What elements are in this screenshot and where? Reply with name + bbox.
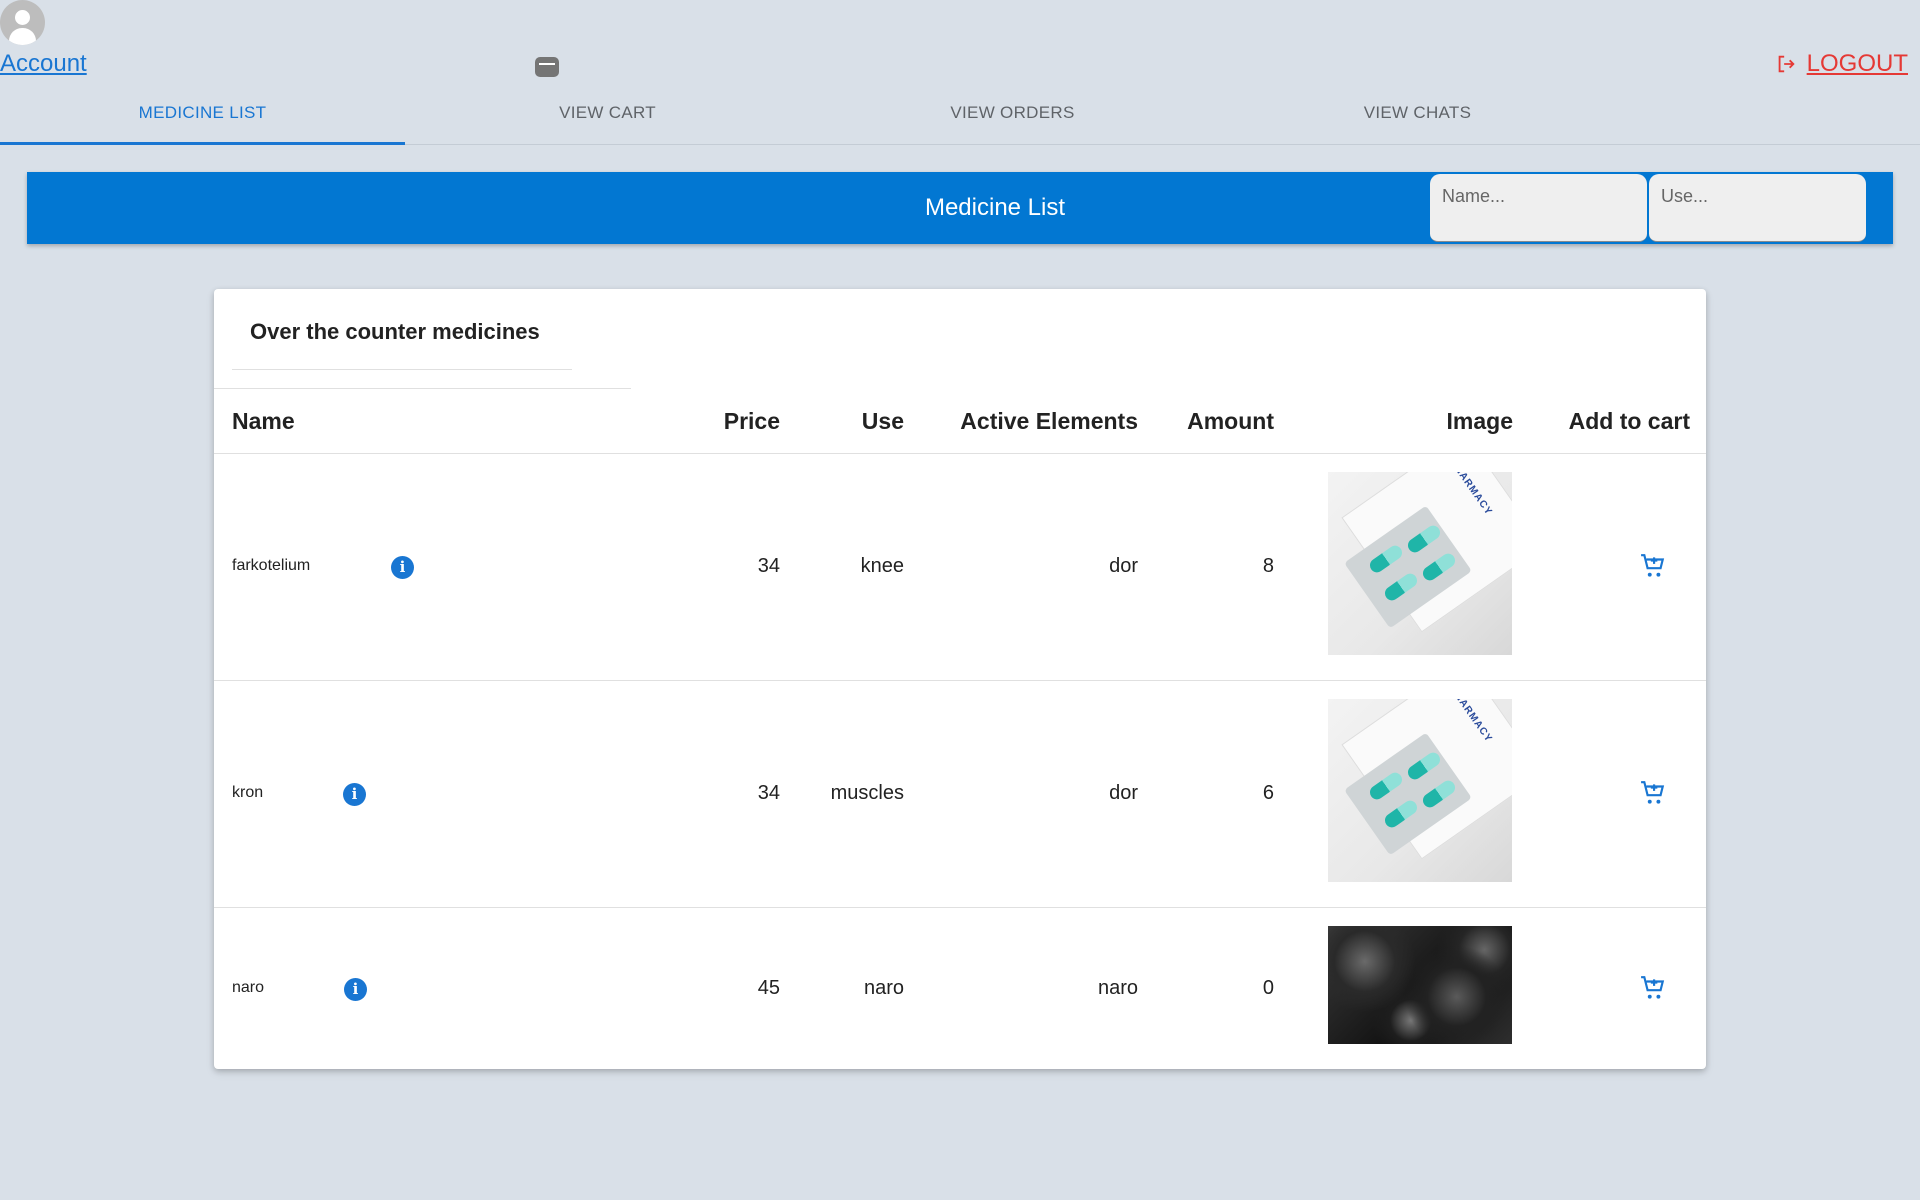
account-link[interactable]: Account — [0, 50, 87, 78]
medicine-image: PHARMACY — [1328, 699, 1512, 882]
medicine-list-banner: Medicine List — [27, 172, 1893, 244]
row-1-name: farkotelium — [232, 557, 311, 574]
add-to-cart-icon[interactable] — [1640, 780, 1666, 806]
top-bar: Account LOGOUT — [0, 0, 1920, 84]
add-to-cart-icon[interactable] — [1640, 975, 1666, 1001]
tab-view-cart[interactable]: VIEW CART — [405, 84, 810, 144]
column-header-active-elements: Active Elements — [960, 408, 1138, 434]
medicine-image: PHARMACY — [1328, 472, 1512, 655]
row-2-price: 34 — [757, 782, 780, 804]
medicine-table-card: Over the counter medicines Name Price Us… — [214, 289, 1706, 1069]
row-2-name: kron — [232, 784, 264, 801]
row-2-active-elements: dor — [1109, 782, 1138, 804]
account-area: Account — [0, 0, 87, 78]
logout-icon — [1778, 55, 1795, 73]
name-search-input[interactable] — [1430, 174, 1647, 241]
use-search-input[interactable] — [1649, 174, 1866, 241]
tab-medicine-list[interactable]: MEDICINE LIST — [0, 84, 405, 145]
name-search-field[interactable] — [1430, 174, 1647, 242]
divider — [214, 680, 1706, 681]
info-icon[interactable]: i — [344, 978, 367, 1001]
column-header-image: Image — [1446, 408, 1513, 434]
avatar-icon[interactable] — [0, 0, 45, 45]
divider — [214, 907, 1706, 908]
table-title: Over the counter medicines — [232, 289, 572, 370]
row-3-active-elements: naro — [1097, 977, 1138, 999]
logout-button[interactable]: LOGOUT — [1775, 50, 1908, 78]
row-1-active-elements: dor — [1109, 555, 1138, 577]
info-icon[interactable]: i — [343, 783, 366, 806]
column-header-name: Name — [232, 408, 295, 434]
info-icon[interactable]: i — [391, 556, 414, 579]
column-header-add-to-cart: Add to cart — [1568, 408, 1690, 434]
tab-view-orders[interactable]: VIEW ORDERS — [810, 84, 1215, 144]
row-3-price: 45 — [757, 977, 780, 999]
nav-tabs: MEDICINE LIST VIEW CART VIEW ORDERS VIEW… — [0, 84, 1920, 145]
row-3-name: naro — [232, 979, 265, 996]
row-3-amount: 0 — [1262, 977, 1274, 999]
row-1-amount: 8 — [1262, 555, 1274, 577]
medicine-image — [1328, 926, 1512, 1044]
row-2-amount: 6 — [1262, 782, 1274, 804]
divider — [214, 453, 1706, 454]
column-header-price: Price — [723, 408, 780, 434]
add-to-cart-icon[interactable] — [1640, 553, 1666, 579]
logout-label: LOGOUT — [1806, 50, 1908, 77]
tab-view-chats[interactable]: VIEW CHATS — [1215, 84, 1620, 144]
use-search-field[interactable] — [1649, 174, 1866, 242]
wallet-icon[interactable] — [535, 57, 559, 77]
row-1-price: 34 — [757, 555, 780, 577]
column-header-amount: Amount — [1187, 408, 1274, 434]
